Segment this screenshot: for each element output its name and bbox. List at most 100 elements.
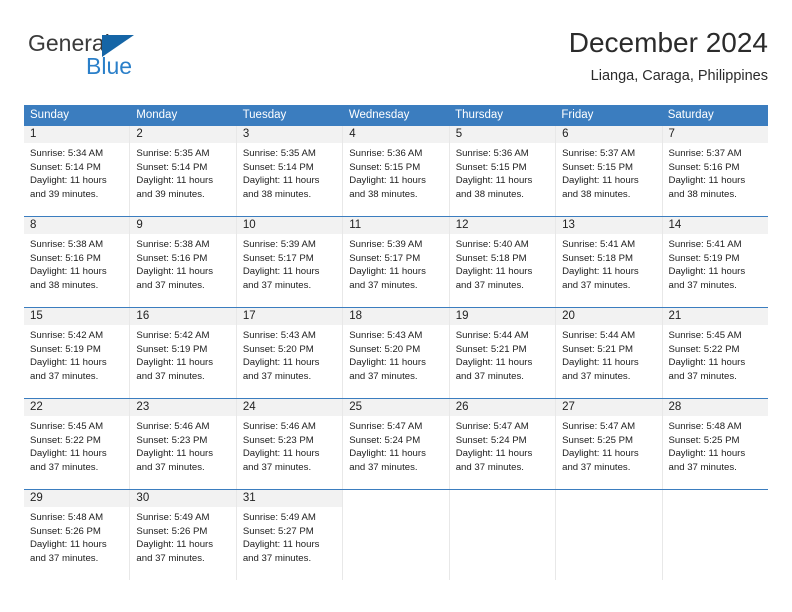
day-cell[interactable]: 8 Sunrise: 5:38 AM Sunset: 5:16 PM Dayli… (24, 217, 131, 307)
daylight-text-line1: Daylight: 11 hours (136, 539, 214, 550)
weekday-header-monday: Monday (136, 109, 178, 121)
day-cell[interactable]: 28 Sunrise: 5:48 AM Sunset: 5:25 PM Dayl… (662, 399, 768, 489)
day-details: Sunrise: 5:39 AM Sunset: 5:17 PM Dayligh… (237, 234, 342, 292)
day-cell[interactable]: 21 Sunrise: 5:45 AM Sunset: 5:22 PM Dayl… (662, 308, 768, 398)
day-details: Sunrise: 5:37 AM Sunset: 5:16 PM Dayligh… (663, 143, 768, 201)
day-cell[interactable]: 25 Sunrise: 5:47 AM Sunset: 5:24 PM Dayl… (343, 399, 450, 489)
daylight-text-line1: Daylight: 11 hours (30, 357, 107, 368)
sunrise-text: Sunrise: 5:35 AM (242, 148, 316, 159)
daylight-text-line2: and 37 minutes. (349, 461, 418, 473)
daylight-text-line1: Daylight: 11 hours (349, 175, 426, 186)
daylight-text-line2: and 37 minutes. (562, 370, 631, 382)
day-cell[interactable]: 5 Sunrise: 5:36 AM Sunset: 5:15 PM Dayli… (449, 126, 557, 216)
daylight-text-line1: Daylight: 11 hours (455, 448, 533, 459)
sunset-text: Sunset: 5:23 PM (242, 434, 314, 446)
daylight-text-line1: Daylight: 11 hours (242, 357, 320, 368)
day-number: 19 (449, 308, 556, 325)
day-cell[interactable]: 7 Sunrise: 5:37 AM Sunset: 5:16 PM Dayli… (662, 126, 768, 216)
day-number: 25 (343, 399, 449, 416)
day-cell[interactable]: 2 Sunrise: 5:35 AM Sunset: 5:14 PM Dayli… (130, 126, 237, 216)
day-details: Sunrise: 5:39 AM Sunset: 5:17 PM Dayligh… (343, 234, 448, 292)
daylight-text-line1: Daylight: 11 hours (455, 266, 533, 277)
sunrise-text: Sunrise: 5:45 AM (668, 330, 742, 341)
daylight-text-line1: Daylight: 11 hours (30, 266, 107, 277)
sunrise-text: Sunrise: 5:38 AM (30, 239, 104, 250)
sunrise-text: Sunrise: 5:40 AM (455, 239, 529, 250)
day-cell[interactable]: 27 Sunrise: 5:47 AM Sunset: 5:25 PM Dayl… (556, 399, 663, 489)
day-cell[interactable]: 14 Sunrise: 5:41 AM Sunset: 5:19 PM Dayl… (662, 217, 768, 307)
day-number: 18 (343, 308, 449, 325)
sunrise-text: Sunrise: 5:35 AM (136, 148, 210, 159)
day-cell[interactable]: 6 Sunrise: 5:37 AM Sunset: 5:15 PM Dayli… (556, 126, 663, 216)
day-cell[interactable]: 9 Sunrise: 5:38 AM Sunset: 5:16 PM Dayli… (130, 217, 237, 307)
day-details: Sunrise: 5:47 AM Sunset: 5:24 PM Dayligh… (343, 416, 448, 474)
daylight-text-line2: and 37 minutes. (242, 370, 312, 382)
day-details: Sunrise: 5:49 AM Sunset: 5:26 PM Dayligh… (130, 507, 235, 565)
page-header: General Blue December 2024 Lianga, Carag… (24, 26, 768, 98)
day-cell[interactable]: 3 Sunrise: 5:35 AM Sunset: 5:14 PM Dayli… (236, 126, 344, 216)
day-number: 6 (556, 126, 662, 143)
day-details: Sunrise: 5:47 AM Sunset: 5:24 PM Dayligh… (450, 416, 555, 474)
sunset-text: Sunset: 5:15 PM (455, 161, 527, 173)
day-number: 27 (556, 399, 662, 416)
sunset-text: Sunset: 5:18 PM (455, 252, 527, 264)
sunrise-text: Sunrise: 5:39 AM (242, 239, 316, 250)
weekday-header-friday: Friday (561, 109, 594, 121)
day-cell[interactable]: 16 Sunrise: 5:42 AM Sunset: 5:19 PM Dayl… (130, 308, 237, 398)
daylight-text-line2: and 37 minutes. (136, 552, 205, 564)
daylight-text-line1: Daylight: 11 hours (349, 357, 426, 368)
day-cell[interactable]: 20 Sunrise: 5:44 AM Sunset: 5:21 PM Dayl… (556, 308, 663, 398)
daylight-text-line1: Daylight: 11 hours (562, 175, 639, 186)
day-number: 11 (343, 217, 449, 234)
day-cell[interactable]: 31 Sunrise: 5:49 AM Sunset: 5:27 PM Dayl… (236, 490, 344, 580)
daylight-text-line1: Daylight: 11 hours (136, 266, 214, 277)
week-row: 1 Sunrise: 5:34 AM Sunset: 5:14 PM Dayli… (24, 125, 768, 216)
day-number: 21 (662, 308, 768, 325)
day-cell[interactable]: 30 Sunrise: 5:49 AM Sunset: 5:26 PM Dayl… (130, 490, 237, 580)
daylight-text-line1: Daylight: 11 hours (30, 539, 107, 550)
sunset-text: Sunset: 5:19 PM (668, 252, 740, 264)
day-cell[interactable]: 19 Sunrise: 5:44 AM Sunset: 5:21 PM Dayl… (449, 308, 557, 398)
day-cell[interactable]: 1 Sunrise: 5:34 AM Sunset: 5:14 PM Dayli… (24, 126, 131, 216)
week-row: 8 Sunrise: 5:38 AM Sunset: 5:16 PM Dayli… (24, 216, 768, 307)
day-cell[interactable]: 12 Sunrise: 5:40 AM Sunset: 5:18 PM Dayl… (449, 217, 557, 307)
day-cell[interactable]: 23 Sunrise: 5:46 AM Sunset: 5:23 PM Dayl… (130, 399, 237, 489)
day-cell[interactable]: 22 Sunrise: 5:45 AM Sunset: 5:22 PM Dayl… (24, 399, 131, 489)
day-cell[interactable]: 17 Sunrise: 5:43 AM Sunset: 5:20 PM Dayl… (236, 308, 344, 398)
day-number: 2 (130, 126, 236, 143)
day-cell[interactable]: 26 Sunrise: 5:47 AM Sunset: 5:24 PM Dayl… (449, 399, 557, 489)
week-row: 22 Sunrise: 5:45 AM Sunset: 5:22 PM Dayl… (24, 398, 768, 489)
day-cell[interactable]: 15 Sunrise: 5:42 AM Sunset: 5:19 PM Dayl… (24, 308, 131, 398)
sunset-text: Sunset: 5:24 PM (349, 434, 421, 446)
day-cell[interactable]: 29 Sunrise: 5:48 AM Sunset: 5:26 PM Dayl… (24, 490, 131, 580)
sunset-text: Sunset: 5:22 PM (668, 343, 740, 355)
day-number: 1 (24, 126, 130, 143)
day-cell[interactable]: 10 Sunrise: 5:39 AM Sunset: 5:17 PM Dayl… (236, 217, 344, 307)
daylight-text-line1: Daylight: 11 hours (242, 539, 320, 550)
day-cell[interactable]: 18 Sunrise: 5:43 AM Sunset: 5:20 PM Dayl… (343, 308, 450, 398)
daylight-text-line1: Daylight: 11 hours (30, 175, 107, 186)
day-cell-empty (556, 490, 663, 580)
daylight-text-line1: Daylight: 11 hours (668, 357, 746, 368)
day-cell[interactable]: 24 Sunrise: 5:46 AM Sunset: 5:23 PM Dayl… (236, 399, 344, 489)
sunset-text: Sunset: 5:26 PM (136, 525, 208, 537)
day-number: 3 (236, 126, 343, 143)
day-details: Sunrise: 5:35 AM Sunset: 5:14 PM Dayligh… (237, 143, 342, 201)
day-number: 10 (236, 217, 343, 234)
sunrise-text: Sunrise: 5:41 AM (668, 239, 742, 250)
day-cell[interactable]: 13 Sunrise: 5:41 AM Sunset: 5:18 PM Dayl… (556, 217, 663, 307)
sunrise-text: Sunrise: 5:37 AM (668, 148, 742, 159)
day-cell[interactable]: 4 Sunrise: 5:36 AM Sunset: 5:15 PM Dayli… (343, 126, 450, 216)
day-details: Sunrise: 5:46 AM Sunset: 5:23 PM Dayligh… (130, 416, 235, 474)
general-blue-logo[interactable]: General Blue (24, 26, 164, 82)
page-subtitle: Lianga, Caraga, Philippines (590, 68, 768, 84)
sunset-text: Sunset: 5:15 PM (562, 161, 634, 173)
day-number: 20 (556, 308, 662, 325)
sunset-text: Sunset: 5:20 PM (242, 343, 314, 355)
day-number: 17 (236, 308, 343, 325)
sunrise-text: Sunrise: 5:43 AM (242, 330, 316, 341)
day-details: Sunrise: 5:37 AM Sunset: 5:15 PM Dayligh… (556, 143, 661, 201)
day-cell-empty (449, 490, 557, 580)
daylight-text-line2: and 38 minutes. (242, 188, 312, 200)
day-cell[interactable]: 11 Sunrise: 5:39 AM Sunset: 5:17 PM Dayl… (343, 217, 450, 307)
